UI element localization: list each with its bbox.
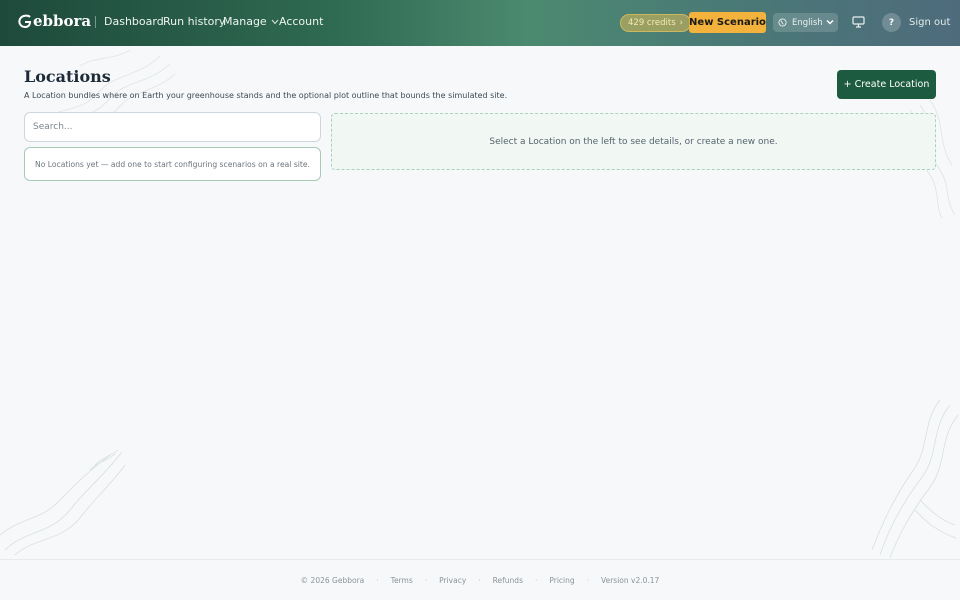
- globe-icon: [778, 18, 787, 27]
- new-scenario-button[interactable]: New Scenario: [689, 12, 766, 33]
- empty-locations-message: No Locations yet — add one to start conf…: [24, 147, 321, 181]
- credits-badge[interactable]: 429 credits ›: [620, 14, 692, 32]
- topo-decoration-bottom-left: [0, 449, 126, 556]
- nav-manage-label: Manage: [223, 15, 267, 28]
- logo-icon: [18, 14, 32, 28]
- footer-version: Version v2.0.17: [601, 575, 660, 585]
- footer-separator: ·: [376, 575, 379, 585]
- footer-link-privacy[interactable]: Privacy: [439, 576, 466, 585]
- footer-separator: ·: [478, 575, 481, 585]
- nav-divider: [95, 16, 96, 28]
- credits-arrow: ›: [679, 18, 684, 28]
- chevron-down-icon: [826, 20, 834, 25]
- logo-text: ebbora: [33, 12, 92, 30]
- footer-separator: ·: [424, 575, 428, 585]
- nav-dashboard[interactable]: Dashboard: [104, 15, 164, 28]
- credits-label: 429 credits: [628, 18, 676, 28]
- chevron-down-icon: [271, 19, 279, 24]
- top-navigation-bar: ebbora Dashboard Run history Manage Acco…: [0, 0, 960, 46]
- footer-link-refunds[interactable]: Refunds: [493, 576, 523, 585]
- footer-link-terms[interactable]: Terms: [391, 576, 413, 585]
- nav-manage-dropdown[interactable]: Manage: [223, 15, 279, 28]
- nav-run-history[interactable]: Run history: [163, 15, 225, 28]
- page-title: Locations: [24, 67, 111, 86]
- monitor-icon[interactable]: [852, 16, 865, 28]
- topo-decoration-bottom-right: [871, 400, 959, 559]
- language-label: English: [792, 17, 823, 28]
- empty-locations-text: No Locations yet — add one to start conf…: [35, 159, 310, 169]
- language-select[interactable]: English: [773, 13, 838, 32]
- footer-separator: ·: [586, 575, 590, 585]
- footer: © 2026 Gebbora · Terms · Privacy · Refun…: [0, 559, 960, 600]
- footer-link-pricing[interactable]: Pricing: [549, 576, 574, 585]
- nav-account[interactable]: Account: [279, 15, 323, 28]
- footer-separator: ·: [534, 575, 538, 585]
- location-detail-panel: Select a Location on the left to see det…: [331, 113, 936, 170]
- footer-copyright: © 2026 Gebbora: [300, 575, 365, 585]
- create-location-button[interactable]: + Create Location: [837, 70, 936, 99]
- search-input[interactable]: [24, 112, 321, 142]
- detail-placeholder-text: Select a Location on the left to see det…: [489, 136, 778, 147]
- logo[interactable]: ebbora: [18, 12, 91, 30]
- page-subtitle: A Location bundles where on Earth your g…: [24, 91, 508, 100]
- help-icon[interactable]: ?: [882, 13, 901, 32]
- sign-out-link[interactable]: Sign out: [909, 17, 950, 28]
